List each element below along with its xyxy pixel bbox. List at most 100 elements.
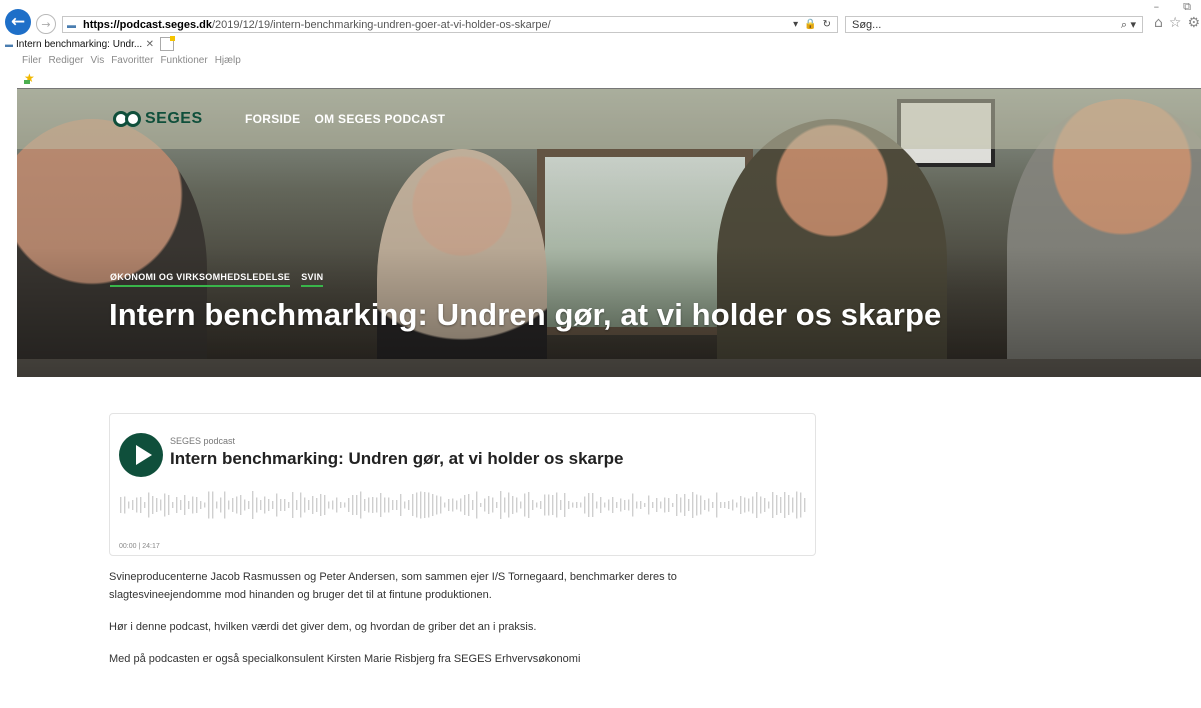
waveform-bar [388,497,390,513]
waveform-bar [336,497,338,513]
dropdown-icon[interactable]: ▾ [793,19,798,30]
waveform-bar [608,499,610,511]
waveform-bar [356,495,358,515]
seges-logo[interactable]: SEGES [113,110,203,128]
menu-file[interactable]: Filer [22,55,41,66]
browser-chrome: – ⧉ ← → ▬ https://podcast.seges.dk/2019/… [0,0,1201,90]
waveform-bar [636,501,638,509]
waveform-bar [760,496,762,514]
logo-rings-icon [113,111,141,127]
menu-edit[interactable]: Rediger [48,55,83,66]
waveform-bar [404,501,406,509]
browser-tools: ⌂ ☆ ⚙ [1154,15,1200,31]
waveform-bar [228,500,230,510]
waveform-bar [604,502,606,508]
playback-time: 00:00 | 24:17 [119,543,160,550]
waveform-bar [220,497,222,513]
waveform-bar [688,499,690,511]
waveform-bar [784,492,786,518]
search-box[interactable]: Søg... ⌕ ▾ [845,16,1143,33]
waveform-bar [660,501,662,509]
waveform-bar [752,496,754,514]
waveform-bar [156,498,158,512]
waveform-bar [732,499,734,511]
waveform-bar [344,502,346,508]
add-favorites-icon[interactable]: ★ [24,72,38,84]
nav-link-om[interactable]: OM SEGES PODCAST [314,112,445,126]
waveform-bar [212,491,214,519]
address-bar[interactable]: ▬ https://podcast.seges.dk/2019/12/19/in… [62,16,838,33]
waveform-bar [324,495,326,515]
waveform-bar [224,491,226,519]
waveform-bar [724,502,726,508]
waveform-bar [252,491,254,519]
waveform-bar [440,496,442,514]
favorites-star-icon[interactable]: ☆ [1169,15,1182,31]
waveform-bar [696,494,698,516]
waveform-bar [512,496,514,514]
waveform-bar [672,503,674,507]
close-tab-icon[interactable]: ✕ [146,39,154,50]
menu-view[interactable]: Vis [90,55,104,66]
waveform-bar [232,498,234,512]
waveform-bar [160,499,162,511]
show-name: SEGES podcast [170,436,236,446]
waveform-bar [556,492,558,518]
waveform-bar [376,497,378,513]
forward-button[interactable]: → [36,14,56,34]
waveform-bar [340,502,342,508]
address-url[interactable]: https://podcast.seges.dk/2019/12/19/inte… [83,19,793,31]
waveform-bar [216,501,218,509]
waveform-bar [176,497,178,513]
waveform-bar [756,492,758,518]
play-button[interactable] [119,433,163,477]
waveform-bar [144,502,146,508]
waveform-bar [588,493,590,517]
waveform-bar [436,495,438,515]
waveform-bar [720,502,722,508]
waveform-bar [496,502,498,508]
home-icon[interactable]: ⌂ [1154,15,1163,31]
menu-tools[interactable]: Funktioner [160,55,207,66]
waveform-bar [572,502,574,508]
back-button[interactable]: ← [5,9,31,35]
waveform-bar [184,495,186,515]
waveform-bar [124,496,126,514]
waveform-bar [500,491,502,519]
waveform-bar [256,497,258,513]
waveform-bar [536,502,538,508]
nav-link-forside[interactable]: FORSIDE [245,112,300,126]
waveform-bar [628,499,630,511]
arrow-left-icon: ← [10,12,26,32]
waveform-bar [676,494,678,516]
tag-okonomi[interactable]: ØKONOMI OG VIRKSOMHEDSLEDELSE [110,272,291,287]
lock-icon[interactable]: 🔒 [804,19,816,30]
search-icon[interactable]: ⌕ ▾ [1121,18,1142,32]
waveform-bar [392,500,394,510]
gear-icon[interactable]: ⚙ [1187,15,1200,31]
new-tab-button[interactable] [160,36,175,51]
waveform-bar [764,498,766,512]
waveform-bar [304,497,306,513]
waveform-bar [532,500,534,510]
waveform-bar [164,493,166,517]
minimize-button[interactable]: – [1154,0,1160,14]
waveform-bar [316,498,318,512]
waveform-bar [592,493,594,517]
tag-svin[interactable]: SVIN [301,272,324,287]
waveform-bar [320,494,322,516]
waveform-bar [288,502,290,508]
waveform-bar [428,492,430,518]
restore-button[interactable]: ⧉ [1183,0,1191,14]
waveform-bar [564,493,566,517]
search-input[interactable]: Søg... [846,19,1121,31]
waveform-bar [432,494,434,516]
waveform-scrubber[interactable] [119,490,807,520]
waveform-bar [148,492,150,518]
waveform-bar [348,498,350,512]
refresh-icon[interactable]: ↻ [823,19,831,30]
waveform-bar [584,496,586,514]
menu-favorites[interactable]: Favoritter [111,55,153,66]
menu-help[interactable]: Hjælp [215,55,241,66]
browser-tab[interactable]: ▬ Intern benchmarking: Undr... ✕ [2,37,157,52]
